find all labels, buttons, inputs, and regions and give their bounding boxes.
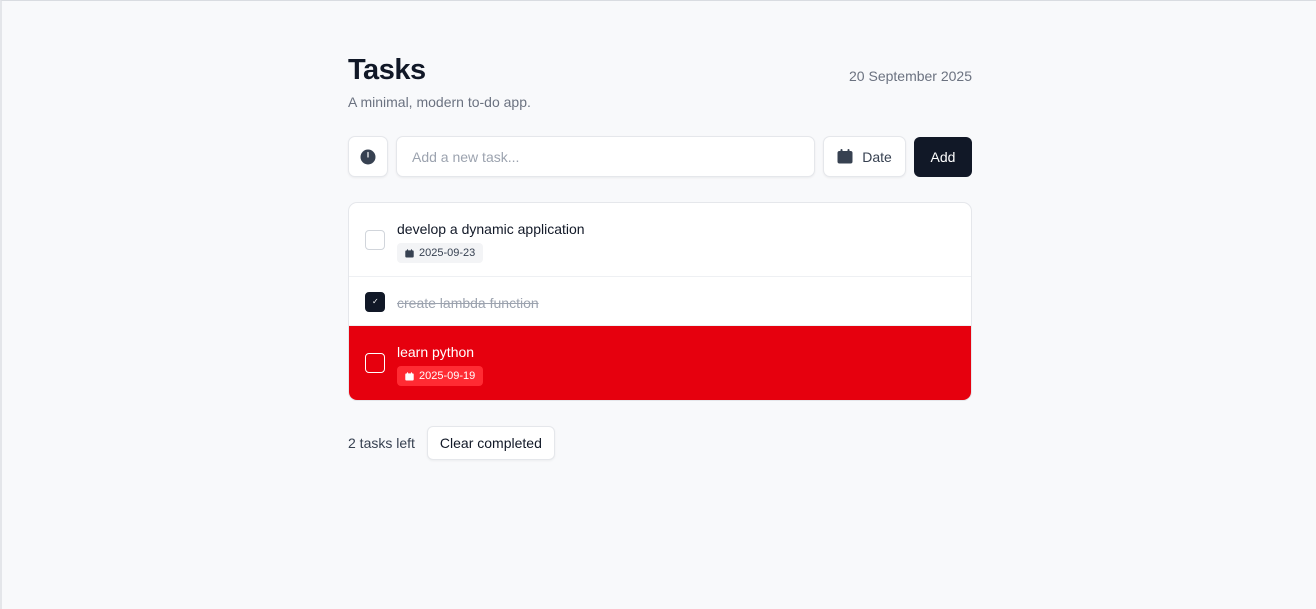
task-checkbox-checked[interactable]: ✓ [365, 292, 385, 312]
header: Tasks A minimal, modern to-do app. 20 Se… [348, 53, 972, 110]
priority-button[interactable] [348, 136, 388, 177]
task-list: develop a dynamic application 2025-09-23… [348, 202, 972, 401]
task-item-completed[interactable]: ✓ create lambda function [349, 277, 971, 326]
todo-app: Tasks A minimal, modern to-do app. 20 Se… [348, 53, 972, 460]
calendar-icon [405, 371, 414, 380]
calendar-icon [837, 149, 853, 164]
current-date: 20 September 2025 [849, 68, 972, 84]
task-checkbox[interactable] [365, 353, 385, 373]
task-item[interactable]: develop a dynamic application 2025-09-23 [349, 203, 971, 277]
due-date-badge: 2025-09-19 [397, 366, 484, 386]
clock-icon [360, 149, 376, 164]
task-text[interactable]: create lambda function [397, 295, 539, 311]
check-icon: ✓ [372, 297, 379, 306]
calendar-icon [405, 248, 414, 257]
page-subtitle: A minimal, modern to-do app. [348, 94, 531, 110]
task-checkbox[interactable] [365, 230, 385, 250]
tasks-left-count: 2 tasks left [348, 435, 415, 451]
date-button-label: Date [862, 148, 892, 165]
task-item-overdue[interactable]: learn python 2025-09-19 [349, 326, 971, 400]
new-task-input[interactable] [396, 136, 815, 177]
due-date-text: 2025-09-19 [419, 370, 476, 382]
page-title: Tasks [348, 54, 426, 86]
task-text[interactable]: learn python [397, 344, 483, 360]
task-composer: Date Add [348, 136, 972, 177]
date-picker-button[interactable]: Date [823, 136, 906, 177]
due-date-badge: 2025-09-23 [397, 243, 484, 263]
due-date-text: 2025-09-23 [419, 247, 476, 259]
task-body: develop a dynamic application 2025-09-23 [397, 221, 585, 263]
title-block: Tasks A minimal, modern to-do app. [348, 53, 531, 110]
clear-completed-button[interactable]: Clear completed [426, 426, 555, 460]
footer: 2 tasks left Clear completed [348, 426, 972, 460]
task-text[interactable]: develop a dynamic application [397, 221, 585, 237]
add-task-button[interactable]: Add [914, 136, 972, 177]
task-body: learn python 2025-09-19 [397, 344, 484, 386]
task-body: create lambda function [397, 295, 539, 311]
